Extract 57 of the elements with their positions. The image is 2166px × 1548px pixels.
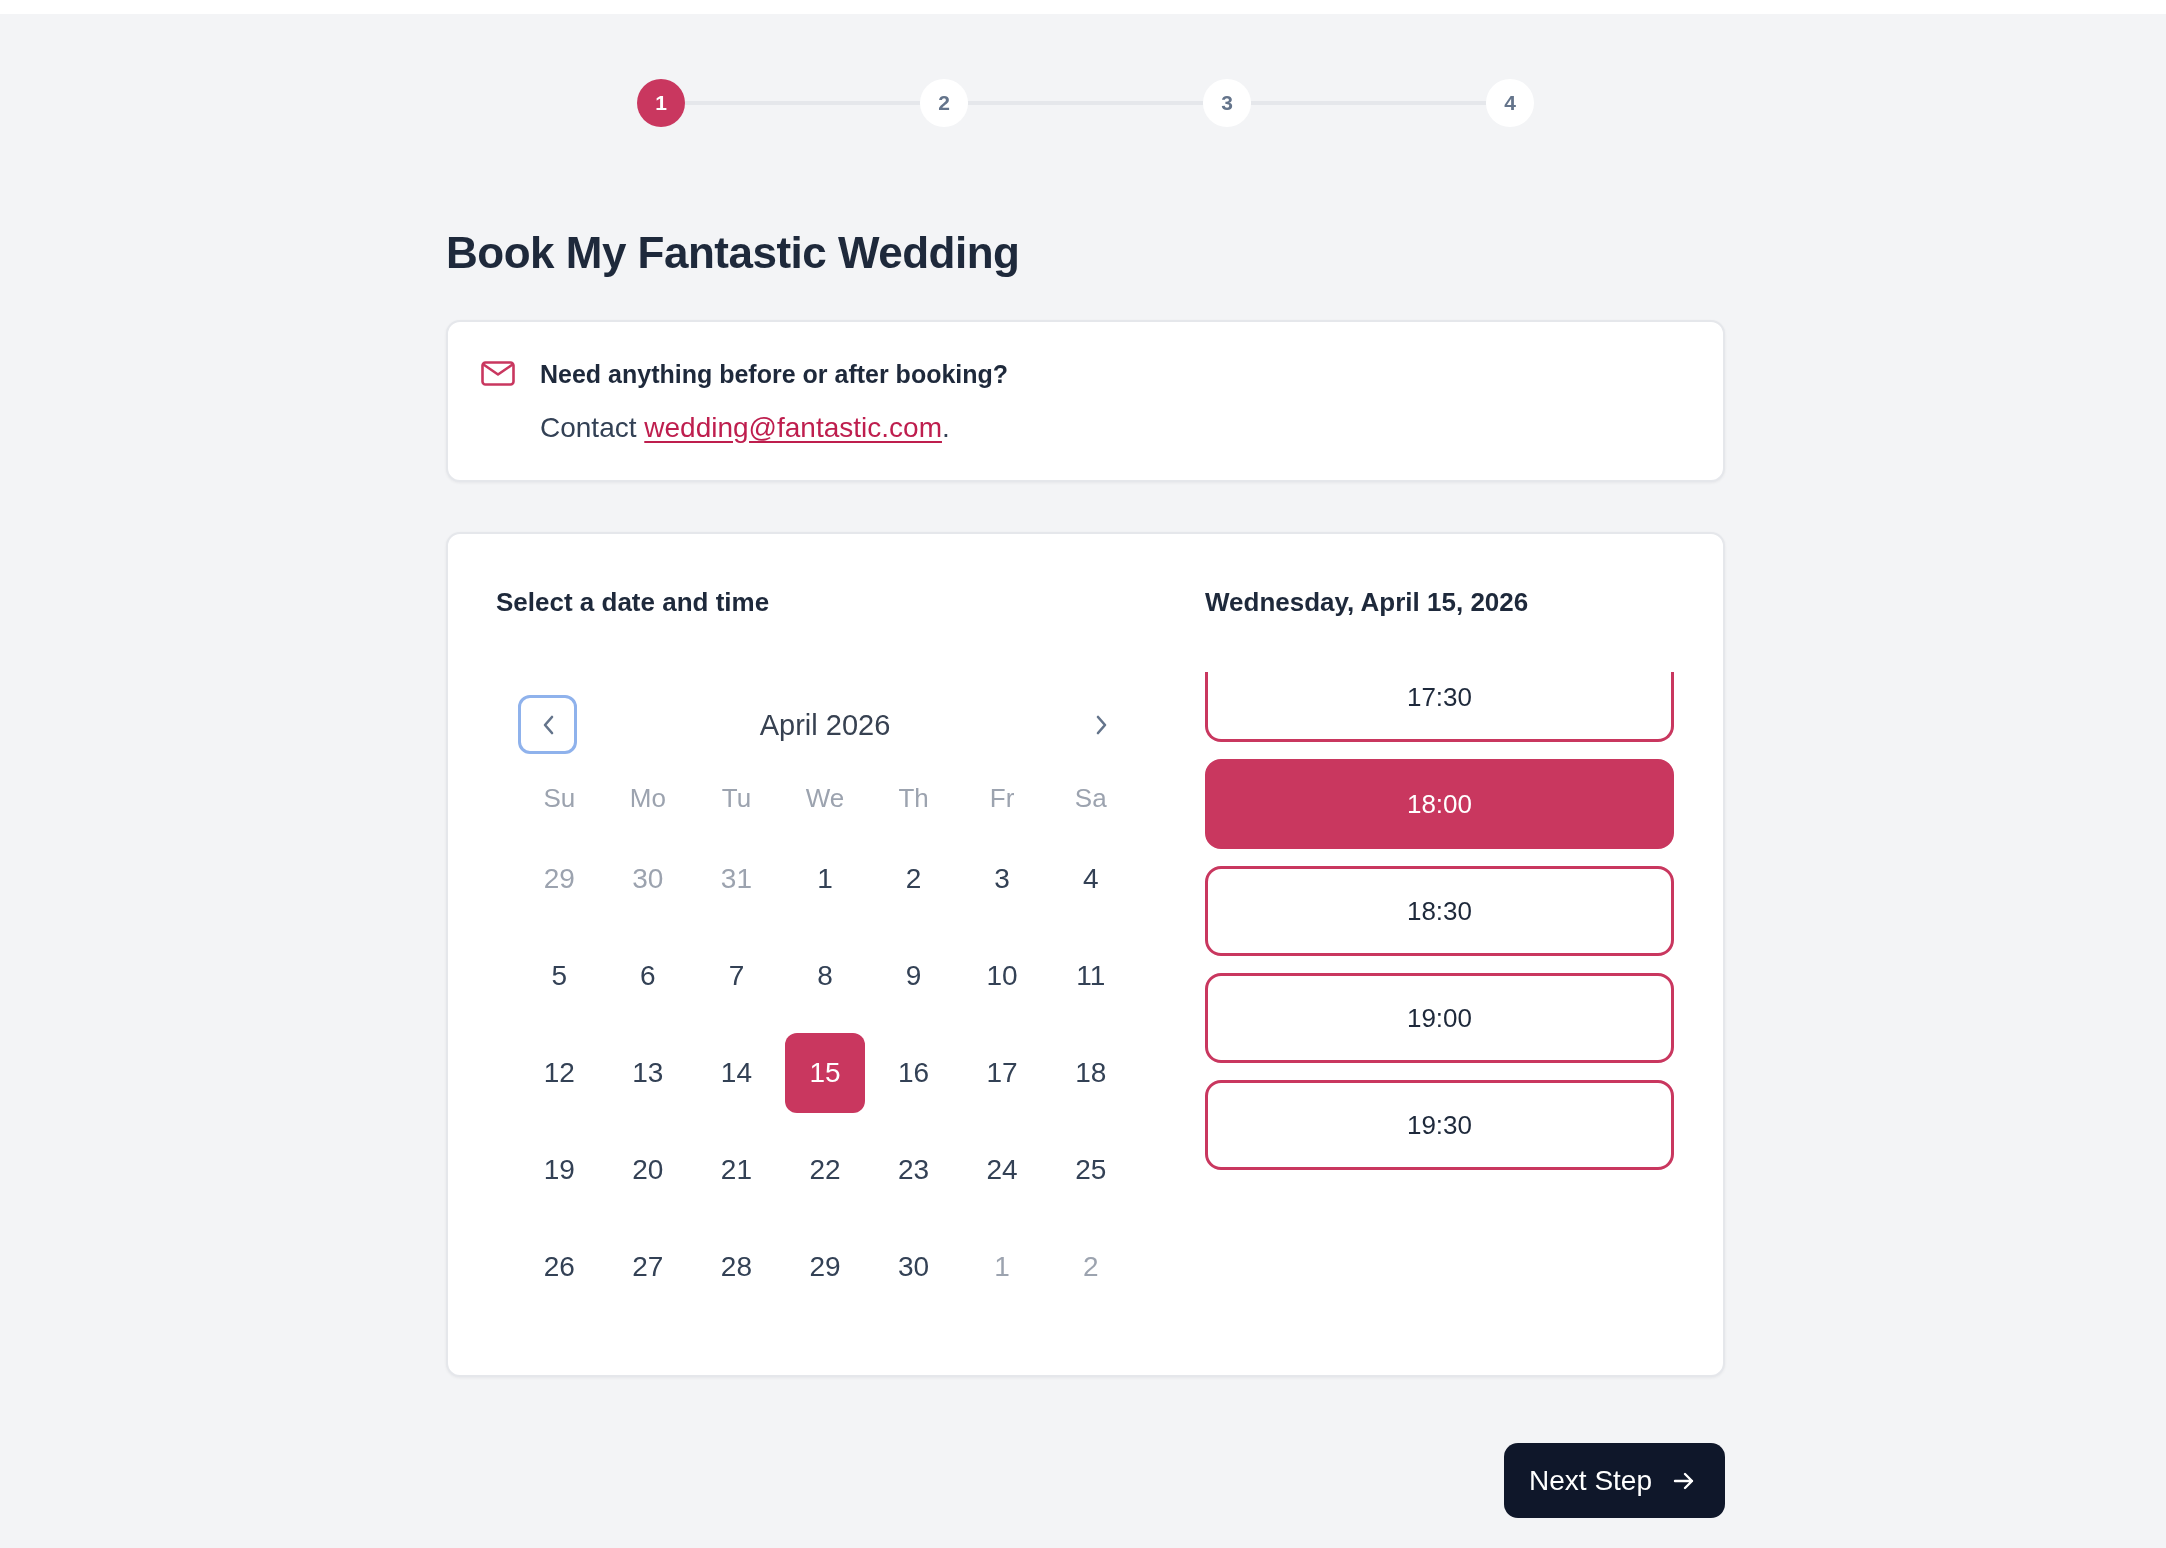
calendar-day[interactable]: 26 [519,1226,600,1307]
chevron-left-icon [541,714,554,735]
weekday-label: Th [898,782,929,814]
time-slot[interactable]: 19:30 [1205,1080,1674,1170]
calendar-day[interactable]: 18 [1050,1032,1131,1113]
calendar-day[interactable]: 29 [785,1226,865,1307]
calendar-day[interactable]: 20 [607,1129,688,1210]
section-heading: Select a date and time [496,586,770,619]
calendar-day[interactable]: 16 [873,1032,954,1113]
time-slot[interactable]: 19:00 [1205,973,1674,1063]
email-link[interactable]: wedding@fantastic.com [644,412,942,443]
weekday-label: We [805,782,845,814]
contact-text: Contact wedding@fantastic.com. [540,411,950,445]
calendar-day[interactable]: 23 [873,1129,954,1210]
calendar-day[interactable]: 4 [1050,838,1131,919]
calendar-day[interactable]: 24 [962,1129,1043,1210]
calendar-day[interactable]: 15 [785,1032,865,1113]
step-indicator: 1 [637,79,685,127]
calendar-day[interactable]: 13 [607,1032,688,1113]
calendar-day[interactable]: 11 [1050,935,1131,1016]
calendar-day[interactable]: 22 [785,1129,865,1210]
calendar-day[interactable]: 30 [873,1226,954,1307]
calendar-day[interactable]: 6 [607,935,688,1016]
mail-icon [481,361,515,386]
weekday-label: Su [543,782,576,814]
calendar-day[interactable]: 25 [1050,1129,1131,1210]
time-slot[interactable]: 18:30 [1205,866,1674,956]
step-indicator: 4 [1486,79,1534,127]
next-step-button[interactable]: Next Step [1504,1443,1725,1518]
calendar-day[interactable]: 19 [519,1129,600,1210]
calendar-day[interactable]: 21 [696,1129,777,1210]
calendar-day[interactable]: 8 [785,935,865,1016]
calendar-day[interactable]: 3 [962,838,1043,919]
chevron-right-icon [1096,714,1108,735]
calendar-day[interactable]: 17 [962,1032,1043,1113]
weekday-label: Fr [989,782,1015,814]
calendar-day[interactable]: 12 [519,1032,600,1113]
calendar-day[interactable]: 7 [696,935,777,1016]
month-label: April 2026 [759,707,891,743]
weekday-label: Mo [629,782,666,814]
calendar-day[interactable]: 28 [696,1226,777,1307]
time-slot[interactable]: 17:30 [1205,672,1674,742]
selected-date-heading: Wednesday, April 15, 2026 [1205,586,1529,619]
weekday-label: Sa [1074,782,1107,814]
time-slot[interactable]: 18:00 [1205,759,1674,849]
calendar-day[interactable]: 10 [962,935,1043,1016]
calendar-day[interactable]: 1 [785,838,865,919]
calendar-day[interactable]: 27 [607,1226,688,1307]
calendar-day[interactable]: 14 [696,1032,777,1113]
step-indicator: 3 [1203,79,1251,127]
page-title: Book My Fantastic Wedding [446,227,1020,279]
calendar-day[interactable]: 2 [873,838,954,919]
calendar-day[interactable]: 5 [519,935,600,1016]
contact-heading: Need anything before or after booking? [540,359,1009,390]
weekday-label: Tu [721,782,752,814]
calendar-day[interactable]: 9 [873,935,954,1016]
step-indicator: 2 [920,79,968,127]
